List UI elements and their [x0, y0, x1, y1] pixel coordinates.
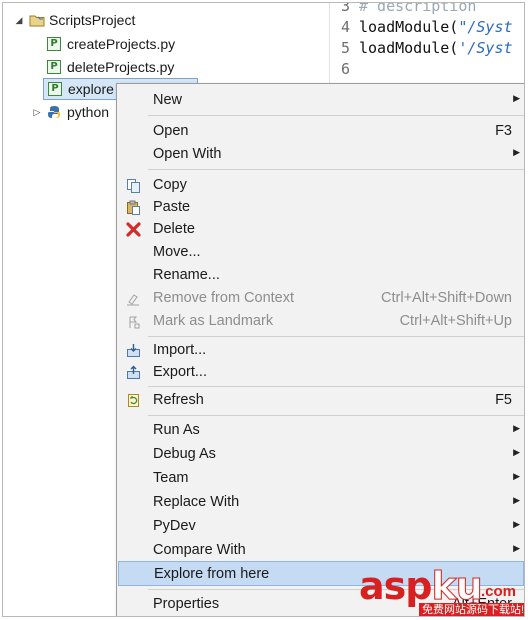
- tree-item-label: deleteProjects.py: [67, 59, 175, 75]
- tree-item-label: createProjects.py: [67, 36, 176, 52]
- watermark-tagline: 免费网站源码下载站!: [419, 603, 524, 616]
- python-file-icon: P: [47, 37, 61, 51]
- delete-icon: [126, 222, 141, 237]
- tree-item-label: ScriptsProject: [49, 12, 136, 28]
- menu-item-delete[interactable]: Delete: [118, 218, 524, 241]
- menu-item-team[interactable]: Team ▶: [118, 467, 524, 490]
- python-icon: [47, 105, 61, 119]
- menu-item-remove-from-context[interactable]: Remove from Context Ctrl+Alt+Shift+Down: [118, 287, 524, 310]
- code-line: 3 # description: [340, 2, 477, 15]
- paste-icon: [126, 200, 141, 215]
- project-folder-icon: [29, 13, 45, 27]
- code-line: 4 loadModule("/Syst: [340, 18, 513, 36]
- menu-item-move[interactable]: Move...: [118, 241, 524, 264]
- landmark-icon: [126, 314, 141, 329]
- tree-item-label: python: [67, 104, 110, 120]
- menu-separator: [148, 115, 524, 116]
- tree-item-project[interactable]: ◢ ScriptsProject: [13, 9, 136, 31]
- submenu-arrow-icon: ▶: [513, 495, 520, 505]
- menu-separator: [148, 415, 524, 416]
- menu-item-paste[interactable]: Paste: [118, 196, 524, 219]
- submenu-arrow-icon: ▶: [513, 93, 520, 103]
- menu-item-rename[interactable]: Rename...: [118, 264, 524, 287]
- menu-item-mark-as-landmark[interactable]: Mark as Landmark Ctrl+Alt+Shift+Up: [118, 310, 524, 333]
- menu-item-open[interactable]: Open F3: [118, 120, 524, 143]
- menu-item-debug-as[interactable]: Debug As ▶: [118, 443, 524, 466]
- menu-separator: [148, 169, 524, 170]
- tree-item-file[interactable]: P deleteProjects.py: [31, 56, 174, 78]
- ide-window: ◢ ScriptsProject P createProjects.py P d…: [2, 2, 525, 617]
- submenu-arrow-icon: ▶: [513, 471, 520, 481]
- submenu-arrow-icon: ▶: [513, 423, 520, 433]
- collapsed-arrow-icon[interactable]: ▷: [31, 107, 43, 118]
- refresh-icon: [126, 393, 141, 408]
- expanded-arrow-icon[interactable]: ◢: [13, 15, 25, 26]
- menu-separator: [148, 386, 524, 387]
- menu-separator: [148, 336, 524, 337]
- menu-item-compare-with[interactable]: Compare With ▶: [118, 539, 524, 562]
- site-watermark: aspku .com 免费网站源码下载站!: [359, 564, 524, 616]
- menu-item-copy[interactable]: Copy: [118, 174, 524, 197]
- menu-item-pydev[interactable]: PyDev ▶: [118, 515, 524, 538]
- menu-item-open-with[interactable]: Open With ▶: [118, 143, 524, 166]
- submenu-arrow-icon: ▶: [513, 147, 520, 157]
- import-icon: [126, 343, 141, 358]
- context-menu: New ▶ Open F3 Open With ▶ Copy Paste Del…: [116, 83, 524, 616]
- watermark-tld: .com: [481, 583, 517, 600]
- menu-item-replace-with[interactable]: Replace With ▶: [118, 491, 524, 514]
- tree-item-label: explore: [68, 81, 114, 97]
- tree-item-file[interactable]: P createProjects.py: [31, 33, 175, 55]
- menu-item-import[interactable]: Import...: [118, 339, 524, 362]
- copy-icon: [126, 178, 141, 193]
- submenu-arrow-icon: ▶: [513, 543, 520, 553]
- code-line: 5 loadModule('/Syst: [340, 39, 513, 57]
- python-file-icon: P: [47, 60, 61, 74]
- menu-item-run-as[interactable]: Run As ▶: [118, 419, 524, 442]
- menu-item-export[interactable]: Export...: [118, 361, 524, 384]
- menu-item-new[interactable]: New ▶: [118, 89, 524, 112]
- tree-item-folder[interactable]: ▷ python: [31, 101, 110, 123]
- remove-context-icon: [126, 291, 141, 306]
- watermark-logo: aspku: [359, 564, 483, 608]
- menu-item-refresh[interactable]: Refresh F5: [118, 389, 524, 412]
- export-icon: [126, 365, 141, 380]
- submenu-arrow-icon: ▶: [513, 447, 520, 457]
- code-line: 6: [340, 60, 350, 78]
- submenu-arrow-icon: ▶: [513, 519, 520, 529]
- python-file-icon: P: [48, 82, 62, 96]
